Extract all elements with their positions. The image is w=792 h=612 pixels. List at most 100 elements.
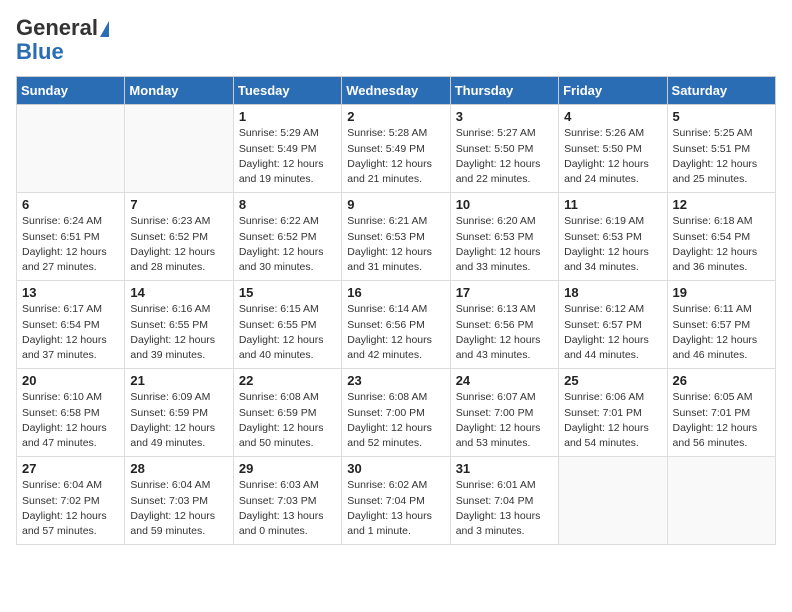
day-number: 1: [239, 109, 336, 124]
day-info: Sunrise: 6:20 AM Sunset: 6:53 PM Dayligh…: [456, 214, 553, 275]
day-info: Sunrise: 5:25 AM Sunset: 5:51 PM Dayligh…: [673, 126, 770, 187]
day-number: 30: [347, 461, 444, 476]
calendar-cell: 7Sunrise: 6:23 AM Sunset: 6:52 PM Daylig…: [125, 193, 233, 281]
day-number: 12: [673, 197, 770, 212]
week-row-5: 27 Sunrise: 6:04 AM Sunset: 7:02 PM Dayli…: [17, 457, 776, 545]
header: General Blue: [16, 16, 776, 64]
day-number: 16: [347, 285, 444, 300]
calendar-cell: [125, 105, 233, 193]
calendar-cell: 22 Sunrise: 6:08 AM Sunset: 6:59 PM Dayli…: [233, 369, 341, 457]
calendar-cell: 10 Sunrise: 6:20 AM Sunset: 6:53 PM Dayli…: [450, 193, 558, 281]
day-number: 22: [239, 373, 336, 388]
day-number: 20: [22, 373, 119, 388]
day-number: 31: [456, 461, 553, 476]
calendar-table: SundayMondayTuesdayWednesdayThursdayFrid…: [16, 76, 776, 545]
day-number: 10: [456, 197, 553, 212]
day-info: Sunrise: 5:26 AM Sunset: 5:50 PM Dayligh…: [564, 126, 661, 187]
calendar-cell: 15Sunrise: 6:15 AM Sunset: 6:55 PM Dayli…: [233, 281, 341, 369]
calendar-cell: 13 Sunrise: 6:17 AM Sunset: 6:54 PM Dayli…: [17, 281, 125, 369]
day-number: 23: [347, 373, 444, 388]
calendar-cell: [667, 457, 775, 545]
day-info: Sunrise: 6:08 AM Sunset: 7:00 PM Dayligh…: [347, 390, 444, 451]
day-info: Sunrise: 6:15 AM Sunset: 6:55 PM Dayligh…: [239, 302, 336, 363]
col-header-wednesday: Wednesday: [342, 77, 450, 105]
day-number: 13: [22, 285, 119, 300]
calendar-cell: 18 Sunrise: 6:12 AM Sunset: 6:57 PM Dayli…: [559, 281, 667, 369]
day-info: Sunrise: 6:17 AM Sunset: 6:54 PM Dayligh…: [22, 302, 119, 363]
col-header-sunday: Sunday: [17, 77, 125, 105]
day-number: 8: [239, 197, 336, 212]
day-number: 2: [347, 109, 444, 124]
day-info: Sunrise: 6:02 AM Sunset: 7:04 PM Dayligh…: [347, 478, 444, 539]
day-info: Sunrise: 5:29 AM Sunset: 5:49 PM Dayligh…: [239, 126, 336, 187]
calendar-cell: 29 Sunrise: 6:03 AM Sunset: 7:03 PM Dayli…: [233, 457, 341, 545]
week-row-1: 1 Sunrise: 5:29 AM Sunset: 5:49 PM Daylig…: [17, 105, 776, 193]
day-number: 28: [130, 461, 227, 476]
day-info: Sunrise: 6:04 AM Sunset: 7:02 PM Dayligh…: [22, 478, 119, 539]
logo: General Blue: [16, 16, 109, 64]
calendar-cell: 19 Sunrise: 6:11 AM Sunset: 6:57 PM Dayli…: [667, 281, 775, 369]
day-info: Sunrise: 6:11 AM Sunset: 6:57 PM Dayligh…: [673, 302, 770, 363]
day-info: Sunrise: 6:09 AM Sunset: 6:59 PM Dayligh…: [130, 390, 227, 451]
calendar-cell: 3 Sunrise: 5:27 AM Sunset: 5:50 PM Daylig…: [450, 105, 558, 193]
calendar-cell: [17, 105, 125, 193]
col-header-tuesday: Tuesday: [233, 77, 341, 105]
day-info: Sunrise: 6:18 AM Sunset: 6:54 PM Dayligh…: [673, 214, 770, 275]
calendar-cell: 27 Sunrise: 6:04 AM Sunset: 7:02 PM Dayli…: [17, 457, 125, 545]
week-row-3: 13 Sunrise: 6:17 AM Sunset: 6:54 PM Dayli…: [17, 281, 776, 369]
col-header-thursday: Thursday: [450, 77, 558, 105]
day-info: Sunrise: 6:14 AM Sunset: 6:56 PM Dayligh…: [347, 302, 444, 363]
col-header-friday: Friday: [559, 77, 667, 105]
day-number: 7: [130, 197, 227, 212]
calendar-cell: 25Sunrise: 6:06 AM Sunset: 7:01 PM Dayli…: [559, 369, 667, 457]
col-header-saturday: Saturday: [667, 77, 775, 105]
day-number: 18: [564, 285, 661, 300]
calendar-cell: 14Sunrise: 6:16 AM Sunset: 6:55 PM Dayli…: [125, 281, 233, 369]
day-info: Sunrise: 5:28 AM Sunset: 5:49 PM Dayligh…: [347, 126, 444, 187]
calendar-cell: 31 Sunrise: 6:01 AM Sunset: 7:04 PM Dayli…: [450, 457, 558, 545]
header-row: SundayMondayTuesdayWednesdayThursdayFrid…: [17, 77, 776, 105]
calendar-cell: 16 Sunrise: 6:14 AM Sunset: 6:56 PM Dayli…: [342, 281, 450, 369]
day-info: Sunrise: 6:12 AM Sunset: 6:57 PM Dayligh…: [564, 302, 661, 363]
day-number: 17: [456, 285, 553, 300]
calendar-cell: 4 Sunrise: 5:26 AM Sunset: 5:50 PM Daylig…: [559, 105, 667, 193]
calendar-cell: 24 Sunrise: 6:07 AM Sunset: 7:00 PM Dayli…: [450, 369, 558, 457]
calendar-cell: 1 Sunrise: 5:29 AM Sunset: 5:49 PM Daylig…: [233, 105, 341, 193]
day-number: 27: [22, 461, 119, 476]
calendar-cell: 23 Sunrise: 6:08 AM Sunset: 7:00 PM Dayli…: [342, 369, 450, 457]
calendar-cell: 20 Sunrise: 6:10 AM Sunset: 6:58 PM Dayli…: [17, 369, 125, 457]
col-header-monday: Monday: [125, 77, 233, 105]
day-info: Sunrise: 6:19 AM Sunset: 6:53 PM Dayligh…: [564, 214, 661, 275]
logo-blue-text: Blue: [16, 39, 64, 64]
day-number: 6: [22, 197, 119, 212]
day-info: Sunrise: 6:22 AM Sunset: 6:52 PM Dayligh…: [239, 214, 336, 275]
day-info: Sunrise: 6:21 AM Sunset: 6:53 PM Dayligh…: [347, 214, 444, 275]
calendar-cell: 12 Sunrise: 6:18 AM Sunset: 6:54 PM Dayli…: [667, 193, 775, 281]
day-number: 29: [239, 461, 336, 476]
calendar-cell: 11 Sunrise: 6:19 AM Sunset: 6:53 PM Dayli…: [559, 193, 667, 281]
calendar-cell: 2 Sunrise: 5:28 AM Sunset: 5:49 PM Daylig…: [342, 105, 450, 193]
calendar-cell: 9 Sunrise: 6:21 AM Sunset: 6:53 PM Daylig…: [342, 193, 450, 281]
day-info: Sunrise: 6:03 AM Sunset: 7:03 PM Dayligh…: [239, 478, 336, 539]
day-number: 11: [564, 197, 661, 212]
logo-text: General: [16, 16, 109, 40]
calendar-cell: 28Sunrise: 6:04 AM Sunset: 7:03 PM Dayli…: [125, 457, 233, 545]
calendar-cell: 26 Sunrise: 6:05 AM Sunset: 7:01 PM Dayli…: [667, 369, 775, 457]
day-number: 19: [673, 285, 770, 300]
calendar-cell: [559, 457, 667, 545]
day-number: 26: [673, 373, 770, 388]
calendar-cell: 6Sunrise: 6:24 AM Sunset: 6:51 PM Daylig…: [17, 193, 125, 281]
day-number: 21: [130, 373, 227, 388]
week-row-2: 6Sunrise: 6:24 AM Sunset: 6:51 PM Daylig…: [17, 193, 776, 281]
day-number: 4: [564, 109, 661, 124]
day-info: Sunrise: 6:08 AM Sunset: 6:59 PM Dayligh…: [239, 390, 336, 451]
day-number: 3: [456, 109, 553, 124]
day-info: Sunrise: 6:01 AM Sunset: 7:04 PM Dayligh…: [456, 478, 553, 539]
day-info: Sunrise: 6:10 AM Sunset: 6:58 PM Dayligh…: [22, 390, 119, 451]
day-info: Sunrise: 5:27 AM Sunset: 5:50 PM Dayligh…: [456, 126, 553, 187]
day-number: 9: [347, 197, 444, 212]
day-info: Sunrise: 6:05 AM Sunset: 7:01 PM Dayligh…: [673, 390, 770, 451]
calendar-cell: 21 Sunrise: 6:09 AM Sunset: 6:59 PM Dayli…: [125, 369, 233, 457]
day-number: 24: [456, 373, 553, 388]
day-info: Sunrise: 6:07 AM Sunset: 7:00 PM Dayligh…: [456, 390, 553, 451]
